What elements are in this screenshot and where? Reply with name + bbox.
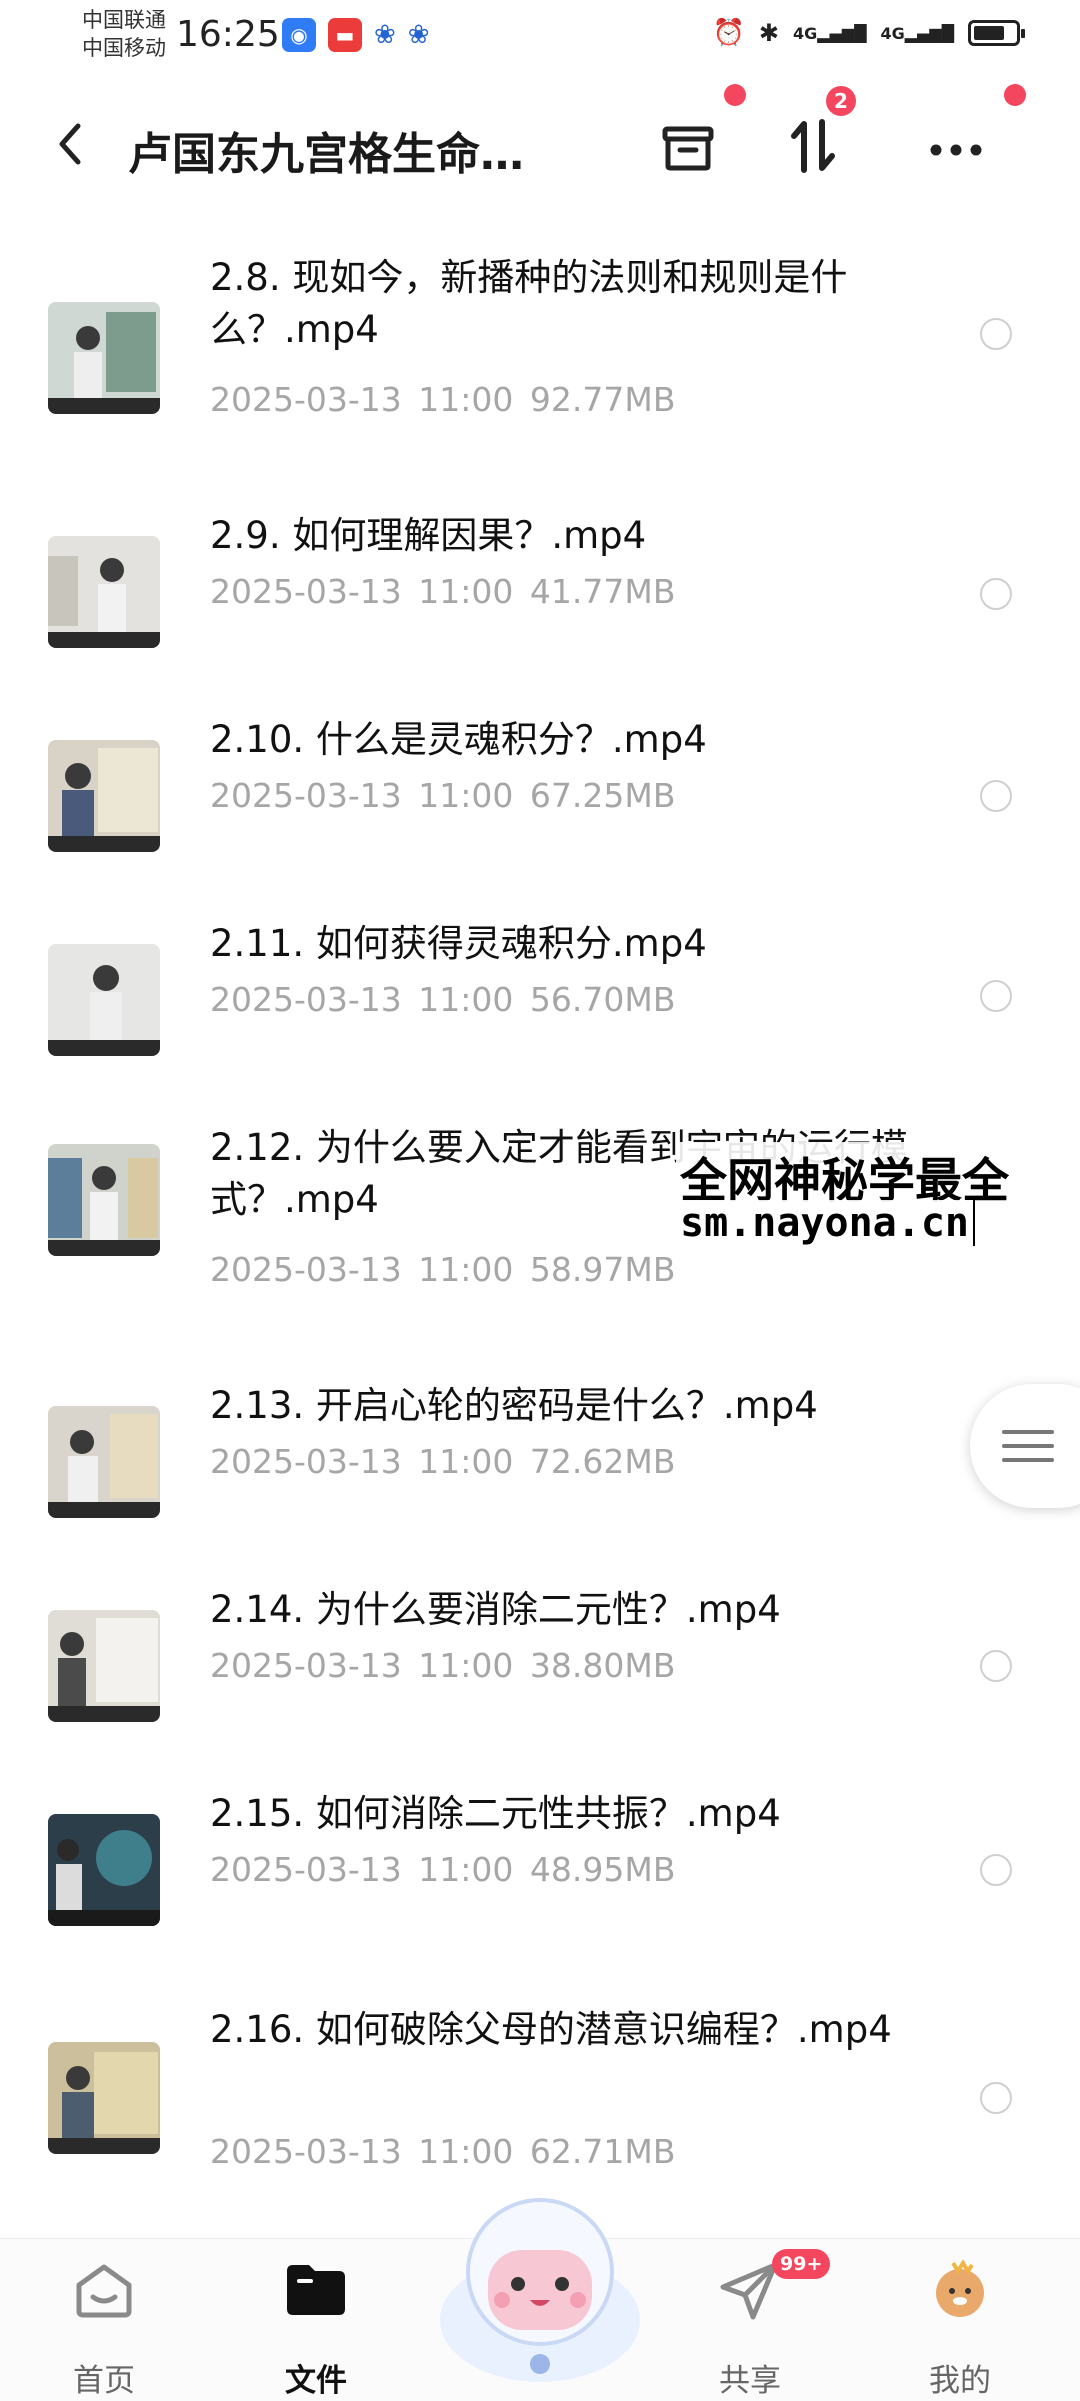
battery-fill [974,26,1004,40]
transfer-sort-icon[interactable] [778,110,850,182]
app-notification-icon: ◉ [282,18,316,52]
file-row[interactable]: 2.9. 如何理解因果？.mp4 2025-03-13 11:00 41.77M… [0,490,1080,694]
avatar-icon [936,2259,984,2317]
file-row[interactable]: 2.10. 什么是灵魂积分？.mp4 2025-03-13 11:00 67.2… [0,694,1080,898]
signal-icon-2: 4G▂▄▆█ [880,23,954,43]
nav-files-label: 文件 [285,2363,347,2399]
nav-home[interactable]: 首页 [34,2259,174,2399]
page-title: 卢国东九宫格生命… [128,129,524,180]
file-name: 2.8. 现如今，新播种的法则和规则是什么？.mp4 [210,256,848,351]
file-name: 2.9. 如何理解因果？.mp4 [210,514,647,557]
battery-icon [968,20,1025,46]
file-name: 2.15. 如何消除二元性共振？.mp4 [210,1792,781,1835]
nav-mine-label: 我的 [929,2363,991,2399]
file-meta: 2025-03-13 11:00 38.80MB [210,1646,676,1685]
file-row[interactable]: 2.13. 开启心轮的密码是什么？.mp4 2025-03-13 11:00 7… [0,1360,1080,1564]
file-meta: 2025-03-13 11:00 62.71MB [210,2132,676,2171]
video-thumbnail [48,740,160,852]
astronaut-mascot-icon[interactable] [430,2180,650,2390]
notification-dot [724,84,746,106]
file-row[interactable]: 2.15. 如何消除二元性共振？.mp4 2025-03-13 11:00 48… [0,1768,1080,1972]
file-name: 2.10. 什么是灵魂积分？.mp4 [210,718,707,761]
file-meta: 2025-03-13 11:00 92.77MB [210,380,676,419]
baidu-paw-icon-2: ❀ [407,20,430,50]
select-radio[interactable] [980,780,1012,812]
transfer-badge: 2 [826,86,856,116]
file-name: 2.11. 如何获得灵魂积分.mp4 [210,922,707,965]
video-thumbnail [48,302,160,414]
video-thumbnail [48,536,160,648]
system-icons: ⏰ ✱ 4G▂▄▆█ 4G▂▄▆█ [712,18,1025,48]
watermark-line-2: sm.nayona.cn [676,1200,975,1246]
select-radio[interactable] [980,980,1012,1012]
file-row[interactable]: 2.11. 如何获得灵魂积分.mp4 2025-03-13 11:00 56.7… [0,898,1080,1102]
select-radio[interactable] [980,1854,1012,1886]
video-thumbnail [48,2042,160,2154]
alarm-icon: ⏰ [712,18,745,48]
notification-dot-2 [1004,84,1026,106]
nav-files[interactable]: 文件 [246,2259,386,2399]
file-row[interactable]: 2.14. 为什么要消除二元性？.mp4 2025-03-13 11:00 38… [0,1564,1080,1768]
nav-home-label: 首页 [73,2363,135,2399]
file-name: 2.16. 如何破除父母的潜意识编程？.mp4 [210,2008,892,2051]
notification-icons: ◉ ▬ ❀ ❀ [282,18,430,52]
file-name: 2.13. 开启心轮的密码是什么？.mp4 [210,1384,818,1427]
bluetooth-icon: ✱ [758,19,780,47]
home-icon [76,2264,132,2318]
header-bar: 卢国东九宫格生命… 2 [0,84,1080,200]
share-badge: 99+ [772,2249,831,2279]
video-thumbnail [48,1144,160,1256]
folder-icon [287,2265,345,2315]
video-thumbnail [48,944,160,1056]
select-radio[interactable] [980,318,1012,350]
file-row[interactable]: 2.8. 现如今，新播种的法则和规则是什么？.mp4 2025-03-13 11… [0,232,1080,490]
file-meta: 2025-03-13 11:00 72.62MB [210,1442,676,1481]
nav-share-label: 共享 [719,2363,781,2399]
select-radio[interactable] [980,2082,1012,2114]
menu-lines-icon [1002,1430,1054,1462]
select-radio[interactable] [980,1650,1012,1682]
select-radio[interactable] [980,578,1012,610]
shopping-app-icon: ▬ [328,18,362,52]
recycle-bin-icon[interactable] [652,110,724,182]
carrier-2: 中国移动 [82,36,166,60]
file-name: 2.14. 为什么要消除二元性？.mp4 [210,1588,781,1631]
file-meta: 2025-03-13 11:00 67.25MB [210,776,676,815]
nav-mine[interactable]: 我的 [890,2259,1030,2399]
status-bar: 中国联通 中国移动 16:25 ◉ ▬ ❀ ❀ ⏰ ✱ 4G▂▄▆█ 4G▂▄▆… [0,0,1080,72]
more-options-icon[interactable] [920,110,992,182]
file-meta: 2025-03-13 11:00 48.95MB [210,1850,676,1889]
baidu-paw-icon: ❀ [374,20,396,50]
carrier-1: 中国联通 [82,8,166,32]
nav-share[interactable]: 共享 99+ [680,2249,831,2399]
back-arrow-icon[interactable] [50,114,90,174]
video-thumbnail [48,1814,160,1926]
clock: 16:25 [176,14,280,55]
file-meta: 2025-03-13 11:00 56.70MB [210,980,676,1019]
signal-icon-1: 4G▂▄▆█ [793,23,867,43]
file-meta: 2025-03-13 11:00 41.77MB [210,572,676,611]
file-meta: 2025-03-13 11:00 58.97MB [210,1250,676,1289]
carrier-info: 中国联通 中国移动 [82,6,166,62]
video-thumbnail [48,1610,160,1722]
video-thumbnail [48,1406,160,1518]
